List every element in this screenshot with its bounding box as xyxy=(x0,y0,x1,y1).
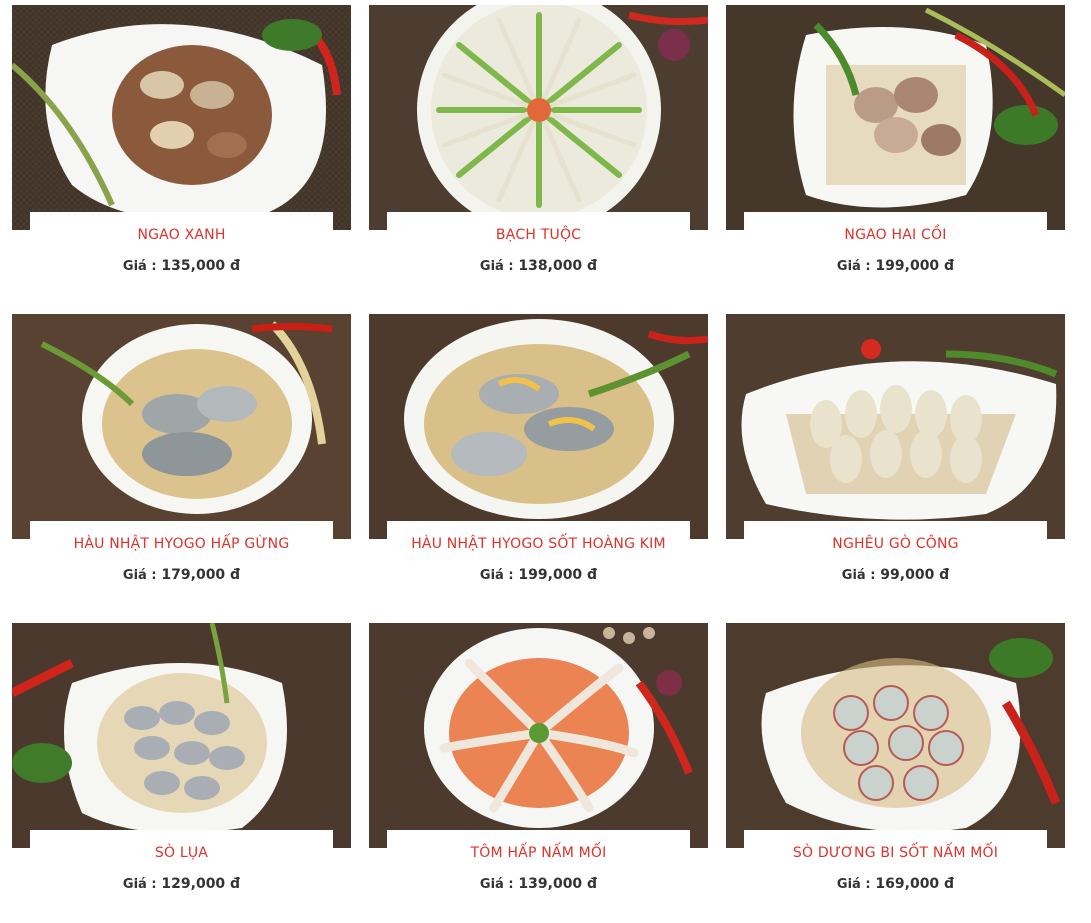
product-name[interactable]: SÒ LỤA xyxy=(30,830,333,860)
product-name-box: HÀU NHẬT HYOGO SỐT HOÀNG KIM xyxy=(387,521,690,551)
product-card[interactable]: SÒ DƯƠNG BI SỐT NẤM MỐI Giá : 169,000 đ xyxy=(726,623,1065,923)
price-label: Giá : xyxy=(122,259,157,274)
product-price-row: Giá : 179,000 đ xyxy=(12,567,351,583)
product-photo[interactable] xyxy=(12,314,351,539)
product-photo[interactable] xyxy=(726,5,1065,230)
product-price: 129,000 đ xyxy=(161,876,241,892)
product-photo[interactable] xyxy=(726,623,1065,848)
price-label: Giá : xyxy=(836,877,871,892)
product-photo[interactable] xyxy=(369,5,708,230)
product-card[interactable]: HÀU NHẬT HYOGO HẤP GỪNG Giá : 179,000 đ xyxy=(12,314,351,614)
product-price-row: Giá : 199,000 đ xyxy=(369,567,708,583)
product-photo[interactable] xyxy=(12,5,351,230)
product-name[interactable]: NGAO XANH xyxy=(30,212,333,242)
product-name[interactable]: BẠCH TUỘC xyxy=(387,212,690,242)
product-price: 135,000 đ xyxy=(161,258,241,274)
product-card[interactable]: NGAO HAI CỒI Giá : 199,000 đ xyxy=(726,5,1065,305)
product-name[interactable]: NGHÊU GÒ CÔNG xyxy=(744,521,1047,551)
product-photo[interactable] xyxy=(369,314,708,539)
product-price-row: Giá : 139,000 đ xyxy=(369,876,708,892)
shrimp-dish-image xyxy=(369,623,708,848)
product-price: 169,000 đ xyxy=(875,876,955,892)
product-photo[interactable] xyxy=(726,314,1065,539)
product-name[interactable]: HÀU NHẬT HYOGO SỐT HOÀNG KIM xyxy=(387,521,690,551)
product-price-row: Giá : 199,000 đ xyxy=(726,258,1065,274)
product-card[interactable]: HÀU NHẬT HYOGO SỐT HOÀNG KIM Giá : 199,0… xyxy=(369,314,708,614)
product-name-box: NGAO HAI CỒI xyxy=(744,212,1047,242)
product-name[interactable]: SÒ DƯƠNG BI SỐT NẤM MỐI xyxy=(744,830,1047,860)
product-name[interactable]: HÀU NHẬT HYOGO HẤP GỪNG xyxy=(30,521,333,551)
product-name-box: TÔM HẤP NẤM MỐI xyxy=(387,830,690,860)
product-price: 99,000 đ xyxy=(880,567,950,583)
product-card[interactable]: BẠCH TUỘC Giá : 138,000 đ xyxy=(369,5,708,305)
oysters-dish-image xyxy=(369,314,708,539)
product-price-row: Giá : 169,000 đ xyxy=(726,876,1065,892)
price-label: Giá : xyxy=(479,877,514,892)
price-label: Giá : xyxy=(836,259,871,274)
product-price-row: Giá : 99,000 đ xyxy=(726,567,1065,583)
price-label: Giá : xyxy=(479,259,514,274)
product-price: 139,000 đ xyxy=(518,876,598,892)
product-price-row: Giá : 135,000 đ xyxy=(12,258,351,274)
product-price: 199,000 đ xyxy=(518,567,598,583)
clams-dish-image xyxy=(12,5,351,230)
product-price: 199,000 đ xyxy=(875,258,955,274)
product-grid: NGAO XANH Giá : 135,000 đ BẠCH TUỘC Giá … xyxy=(0,0,1091,916)
clams-dish-image xyxy=(726,5,1065,230)
product-name[interactable]: NGAO HAI CỒI xyxy=(744,212,1047,242)
product-name-box: SÒ DƯƠNG BI SỐT NẤM MỐI xyxy=(744,830,1047,860)
product-photo[interactable] xyxy=(12,623,351,848)
product-name-box: HÀU NHẬT HYOGO HẤP GỪNG xyxy=(30,521,333,551)
product-name-box: NGHÊU GÒ CÔNG xyxy=(744,521,1047,551)
price-label: Giá : xyxy=(841,568,876,583)
product-name-box: BẠCH TUỘC xyxy=(387,212,690,242)
product-price-row: Giá : 129,000 đ xyxy=(12,876,351,892)
octopus-dish-image xyxy=(369,5,708,230)
price-label: Giá : xyxy=(122,877,157,892)
product-photo[interactable] xyxy=(369,623,708,848)
oysters-dish-image xyxy=(12,314,351,539)
product-card[interactable]: SÒ LỤA Giá : 129,000 đ xyxy=(12,623,351,923)
scallops-dish-image xyxy=(726,623,1065,848)
product-card[interactable]: NGAO XANH Giá : 135,000 đ xyxy=(12,5,351,305)
price-label: Giá : xyxy=(479,568,514,583)
product-name-box: SÒ LỤA xyxy=(30,830,333,860)
product-card[interactable]: TÔM HẤP NẤM MỐI Giá : 139,000 đ xyxy=(369,623,708,923)
product-price-row: Giá : 138,000 đ xyxy=(369,258,708,274)
clams-dish-image xyxy=(726,314,1065,539)
product-name-box: NGAO XANH xyxy=(30,212,333,242)
product-name[interactable]: TÔM HẤP NẤM MỐI xyxy=(387,830,690,860)
product-card[interactable]: NGHÊU GÒ CÔNG Giá : 99,000 đ xyxy=(726,314,1065,614)
product-price: 138,000 đ xyxy=(518,258,598,274)
price-label: Giá : xyxy=(122,568,157,583)
product-price: 179,000 đ xyxy=(161,567,241,583)
clams-dish-image xyxy=(12,623,351,848)
